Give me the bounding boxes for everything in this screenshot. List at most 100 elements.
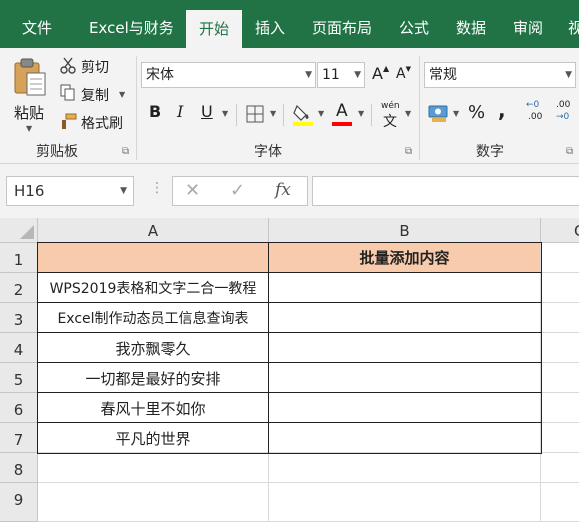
chevron-down-icon: ▼ [565,70,572,80]
font-name-value: 宋体 [146,67,174,83]
shrink-font-button[interactable]: A▼ [396,65,411,82]
row-header-3[interactable]: 3 [0,303,38,333]
divider [236,104,237,126]
cell-b7[interactable] [269,423,541,453]
font-dialog-launcher-icon[interactable]: ⧉ [405,146,412,157]
comma-style-button[interactable]: , [498,98,506,122]
cut-button[interactable]: 剪切 [81,57,109,77]
fill-color-dropdown-icon[interactable]: ▼ [318,109,324,118]
cell-c2[interactable] [541,273,579,303]
row-header-7[interactable]: 7 [0,423,38,453]
column-header-c[interactable]: C [541,218,579,243]
clipboard-dialog-launcher-icon[interactable]: ⧉ [122,146,129,157]
paste-icon [14,58,46,96]
table-inner-hline [37,362,542,363]
cell-b4[interactable] [269,333,541,363]
cell-c6[interactable] [541,393,579,423]
bold-button[interactable]: B [149,102,161,121]
row-header-4[interactable]: 4 [0,333,38,363]
cell-c4[interactable] [541,333,579,363]
phonetic-dropdown-icon[interactable]: ▼ [405,109,411,118]
row-header-2[interactable]: 2 [0,273,38,303]
cell-b6[interactable] [269,393,541,423]
paste-dropdown-icon[interactable]: ▼ [26,124,32,133]
cell-b5[interactable] [269,363,541,393]
row-header-6[interactable]: 6 [0,393,38,423]
select-all-corner[interactable] [0,218,38,243]
cell-b8[interactable] [269,453,541,483]
tab-data[interactable]: 数据 [456,0,486,48]
tab-page-layout[interactable]: 页面布局 [312,0,372,48]
number-dialog-launcher-icon[interactable]: ⧉ [566,146,573,157]
borders-icon[interactable] [246,105,264,123]
chevron-down-icon: ▼ [305,70,312,80]
cell-b9[interactable] [269,483,541,522]
accounting-format-icon[interactable] [428,103,450,123]
cell-c3[interactable] [541,303,579,333]
cell-b2[interactable] [269,273,541,303]
tab-view[interactable]: 视 [568,0,579,48]
insert-function-icon[interactable]: fx [275,180,291,200]
cancel-icon[interactable]: ✕ [185,180,200,201]
divider [371,104,372,126]
cell-a5[interactable]: 一切都是最好的安排 [38,363,269,393]
cell-a1[interactable] [38,243,269,273]
row-header-5[interactable]: 5 [0,363,38,393]
cell-c5[interactable] [541,363,579,393]
format-painter-button[interactable]: 格式刷 [81,113,123,133]
cell-b3[interactable] [269,303,541,333]
paste-button[interactable]: 粘贴 ▼ [10,54,50,134]
cell-c1[interactable] [541,243,579,273]
row-header-1[interactable]: 1 [0,243,38,273]
borders-dropdown-icon[interactable]: ▼ [270,109,276,118]
underline-button[interactable]: U [201,102,213,121]
cell-c8[interactable] [541,453,579,483]
increase-decimal-button[interactable]: ←0 .00 [526,100,548,128]
cell-b1[interactable]: 批量添加内容 [269,243,541,273]
copy-button[interactable]: 复制 [81,85,109,105]
tab-review[interactable]: 审阅 [513,0,543,48]
decrease-decimal-button[interactable]: .00 →0 [556,100,578,128]
tab-excel-finance[interactable]: Excel与财务 [89,0,174,48]
number-group-label: 数字 [476,144,504,160]
cell-a7[interactable]: 平凡的世界 [38,423,269,453]
grow-font-button[interactable]: A▲ [372,64,389,83]
drag-handle-icon[interactable]: ⋮ [150,180,164,196]
cell-a2[interactable]: WPS2019表格和文字二合一教程 [38,273,269,303]
font-color-dropdown-icon[interactable]: ▼ [358,109,364,118]
tab-home[interactable]: 开始 [186,10,242,48]
row-header-9[interactable]: 9 [0,483,38,522]
cell-a8[interactable] [38,453,269,483]
row-header-8[interactable]: 8 [0,453,38,483]
font-color-button[interactable]: A [332,101,354,127]
table-inner-hline [37,272,542,273]
number-format-value: 常规 [429,67,457,83]
enter-icon[interactable]: ✓ [230,180,245,201]
cell-a9[interactable] [38,483,269,522]
copy-dropdown-icon[interactable]: ▼ [119,90,125,99]
cell-c7[interactable] [541,423,579,453]
cell-a6[interactable]: 春风十里不如你 [38,393,269,423]
name-box[interactable]: H16 ▼ [6,176,134,206]
table-inner-hline [37,302,542,303]
accounting-dropdown-icon[interactable]: ▼ [453,109,459,118]
percent-style-button[interactable]: % [468,102,485,123]
number-format-combo[interactable]: 常规 ▼ [424,62,576,88]
font-size-combo[interactable]: 11 ▼ [317,62,365,88]
font-name-combo[interactable]: 宋体 ▼ [141,62,316,88]
column-header-b[interactable]: B [269,218,541,243]
cell-c9[interactable] [541,483,579,522]
cell-a4[interactable]: 我亦飘零久 [38,333,269,363]
tab-file[interactable]: 文件 [22,0,52,48]
tab-insert[interactable]: 插入 [255,0,285,48]
paste-label: 粘贴 [14,104,45,122]
column-header-a[interactable]: A [38,218,269,243]
phonetic-guide-button[interactable]: wén 文 [380,101,402,130]
tab-formulas[interactable]: 公式 [399,0,429,48]
copy-icon [60,84,75,101]
italic-button[interactable]: I [177,102,183,121]
cell-a3[interactable]: Excel制作动态员工信息查询表 [38,303,269,333]
underline-dropdown-icon[interactable]: ▼ [222,109,228,118]
formula-input[interactable] [312,176,579,206]
fill-color-icon[interactable] [292,102,314,126]
